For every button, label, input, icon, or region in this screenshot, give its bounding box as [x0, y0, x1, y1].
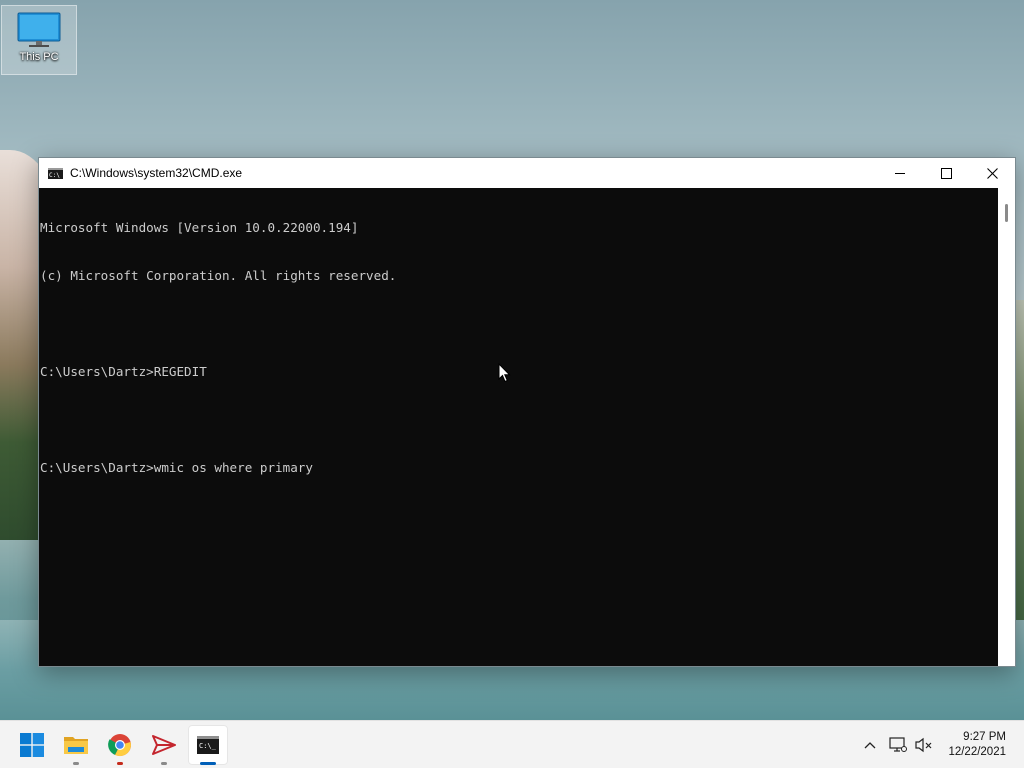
desktop-icon-this-pc[interactable]: This PC: [1, 5, 77, 75]
chrome-icon: [108, 734, 131, 757]
mouse-cursor-icon: [498, 363, 511, 383]
console-line: (c) Microsoft Corporation. All rights re…: [40, 268, 397, 283]
taskbar: C:\_ 9:27 PM 12/22/2021: [0, 720, 1024, 768]
cmd-window[interactable]: C:\ C:\Windows\system32\CMD.exe Microsof…: [38, 157, 1016, 667]
running-indicator: [73, 762, 79, 765]
network-icon: [889, 737, 907, 752]
paper-plane-icon: [152, 735, 176, 755]
desktop-icon-label: This PC: [19, 51, 59, 63]
start-button[interactable]: [12, 725, 52, 765]
svg-text:C:\_: C:\_: [199, 742, 217, 750]
title-bar[interactable]: C:\ C:\Windows\system32\CMD.exe: [39, 158, 1015, 188]
taskbar-chrome[interactable]: [100, 725, 140, 765]
console-line: C:\Users\Dartz>wmic os where primary: [40, 460, 313, 475]
taskbar-file-explorer[interactable]: [56, 725, 96, 765]
network-button[interactable]: [886, 721, 910, 768]
chevron-up-icon: [864, 742, 876, 749]
monitor-icon: [17, 12, 61, 47]
taskbar-command-prompt[interactable]: C:\_: [188, 725, 228, 765]
volume-muted-icon: [915, 737, 932, 753]
close-icon: [986, 167, 998, 179]
window-controls: [877, 158, 1015, 188]
console-output[interactable]: Microsoft Windows [Version 10.0.22000.19…: [39, 188, 999, 666]
maximize-icon: [940, 167, 952, 179]
show-hidden-icons-button[interactable]: [860, 721, 880, 768]
vertical-scrollbar[interactable]: [998, 188, 1015, 666]
running-indicator: [161, 762, 167, 765]
minimize-icon: [894, 172, 905, 174]
minimize-button[interactable]: [877, 158, 923, 188]
window-title: C:\Windows\system32\CMD.exe: [70, 166, 243, 180]
windows-logo-icon: [20, 733, 44, 757]
taskbar-send-app[interactable]: [144, 725, 184, 765]
taskbar-clock[interactable]: 9:27 PM 12/22/2021: [948, 730, 1006, 760]
volume-button[interactable]: [912, 721, 936, 768]
console-line: Microsoft Windows [Version 10.0.22000.19…: [40, 220, 359, 235]
clock-date: 12/22/2021: [948, 746, 1006, 758]
terminal-icon: C:\: [48, 167, 63, 179]
clock-time: 9:27 PM: [963, 731, 1006, 743]
console-line: C:\Users\Dartz>REGEDIT: [40, 364, 207, 379]
svg-text:C:\: C:\: [49, 172, 60, 179]
maximize-button[interactable]: [923, 158, 969, 188]
folder-icon: [64, 737, 88, 754]
terminal-icon: C:\_: [197, 736, 219, 754]
close-button[interactable]: [969, 158, 1015, 188]
active-indicator: [200, 762, 216, 765]
running-indicator: [117, 762, 123, 765]
scrollbar-thumb[interactable]: [1005, 204, 1008, 222]
